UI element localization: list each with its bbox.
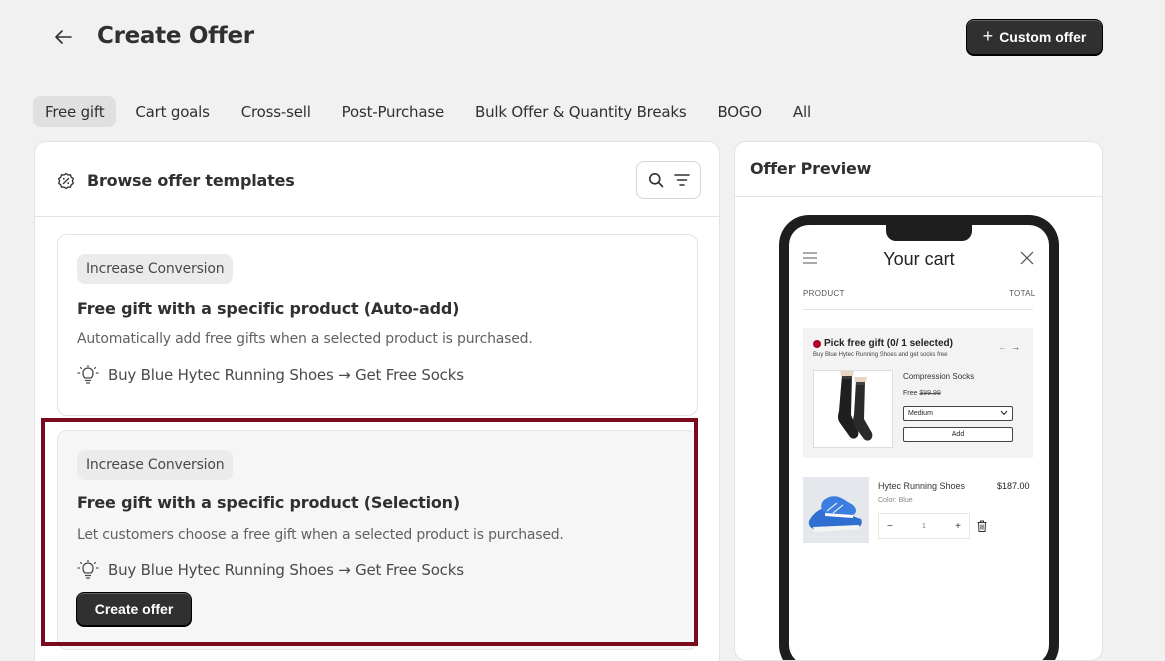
cart-title: Your cart [883,249,955,269]
preview-title: Offer Preview [750,159,872,178]
page-title: Create Offer [97,23,254,49]
gift-size-select[interactable]: Medium [903,406,1013,421]
cart-item-name: Hytec Running Shoes [878,481,966,491]
preview-divider [735,196,1102,197]
phone-screen: Your cart PRODUCT TOTAL Pick free gift (… [789,225,1049,660]
cart-divider [803,309,1033,310]
tab-cart-goals[interactable]: Cart goals [123,96,221,127]
discount-badge-icon [58,172,74,190]
arrow-right-icon[interactable]: → [1011,342,1024,352]
offer-type-tabs: Free gift Cart goals Cross-sell Post-Pur… [33,96,830,127]
tab-bogo[interactable]: BOGO [705,96,773,127]
gift-price: Free $99.99 [903,390,941,397]
tab-all[interactable]: All [781,96,823,127]
tab-cross-sell[interactable]: Cross-sell [229,96,323,127]
browse-templates-card: Browse offer templates Increase Conversi… [34,141,720,661]
gift-free-label: Free [903,390,918,397]
cart-item-color: Color: Blue [878,497,913,504]
template-card-auto-add[interactable]: Increase Conversion Free gift with a spe… [57,234,698,416]
socks-illustration [838,371,873,441]
running-shoes-image [803,477,869,543]
trash-icon[interactable] [977,520,987,532]
gift-heading: Pick free gift (0/ 1 selected) [813,338,953,349]
gift-icon [813,339,821,348]
filter-icon [673,174,690,186]
template-title: Free gift with a specific product (Auto-… [77,299,460,318]
shoes-illustration [803,477,869,543]
free-gift-picker: Pick free gift (0/ 1 selected) Buy Blue … [803,328,1033,458]
custom-offer-label: Custom offer [999,29,1087,45]
close-icon [1020,251,1034,265]
browse-header: Browse offer templates [35,142,719,217]
template-description: Let customers choose a free gift when a … [77,527,564,543]
back-button[interactable] [50,24,76,50]
gift-heading-text: Pick free gift (0/ 1 selected) [824,338,953,349]
template-description: Automatically add free gifts when a sele… [77,331,533,347]
tab-bulk-offer[interactable]: Bulk Offer & Quantity Breaks [463,96,698,127]
search-filter-button[interactable] [636,161,701,199]
gift-size-value: Medium [908,410,933,417]
tab-free-gift[interactable]: Free gift [33,96,117,127]
gift-add-button[interactable]: Add [903,427,1013,442]
phone-notch [886,225,972,241]
template-title: Free gift with a specific product (Selec… [77,493,460,512]
chevron-down-icon [1000,410,1008,416]
arrow-left-icon [55,30,72,44]
gift-carousel-arrows[interactable]: ←→ [998,342,1024,352]
gift-original-price: $99.99 [919,390,941,397]
gift-subtitle: Buy Blue Hytec Running Shoes and get soc… [813,352,948,358]
lightbulb-icon [77,365,99,384]
gift-product-name: Compression Socks [903,372,975,381]
template-badge: Increase Conversion [77,254,234,284]
arrow-left-icon[interactable]: ← [998,342,1011,352]
create-offer-button[interactable]: Create offer [76,592,192,626]
quantity-value: 1 [922,522,926,530]
offer-preview-card: Offer Preview Your cart PRODUCT TOTAL Pi… [734,141,1103,661]
column-total: TOTAL [1009,289,1036,298]
template-example: Buy Blue Hytec Running Shoes → Get Free … [77,365,464,385]
minus-icon[interactable]: − [887,521,893,532]
template-badge: Increase Conversion [77,450,234,480]
plus-icon: + [982,26,994,46]
search-icon [648,173,663,188]
quantity-stepper[interactable]: − 1 + [878,513,970,539]
cart-item-price: $187.00 [997,481,1030,491]
compression-socks-image [813,370,893,448]
page-header: Create Offer + Custom offer [0,0,1165,80]
browse-title: Browse offer templates [87,171,295,190]
plus-icon[interactable]: + [955,521,961,532]
template-example-text: Buy Blue Hytec Running Shoes → Get Free … [108,561,464,579]
custom-offer-button[interactable]: + Custom offer [966,19,1103,55]
phone-mockup: Your cart PRODUCT TOTAL Pick free gift (… [779,215,1059,660]
tab-post-purchase[interactable]: Post-Purchase [330,96,456,127]
template-example-text: Buy Blue Hytec Running Shoes → Get Free … [108,366,464,384]
lightbulb-icon [77,560,99,579]
template-example: Buy Blue Hytec Running Shoes → Get Free … [77,560,464,580]
column-product: PRODUCT [803,289,845,298]
